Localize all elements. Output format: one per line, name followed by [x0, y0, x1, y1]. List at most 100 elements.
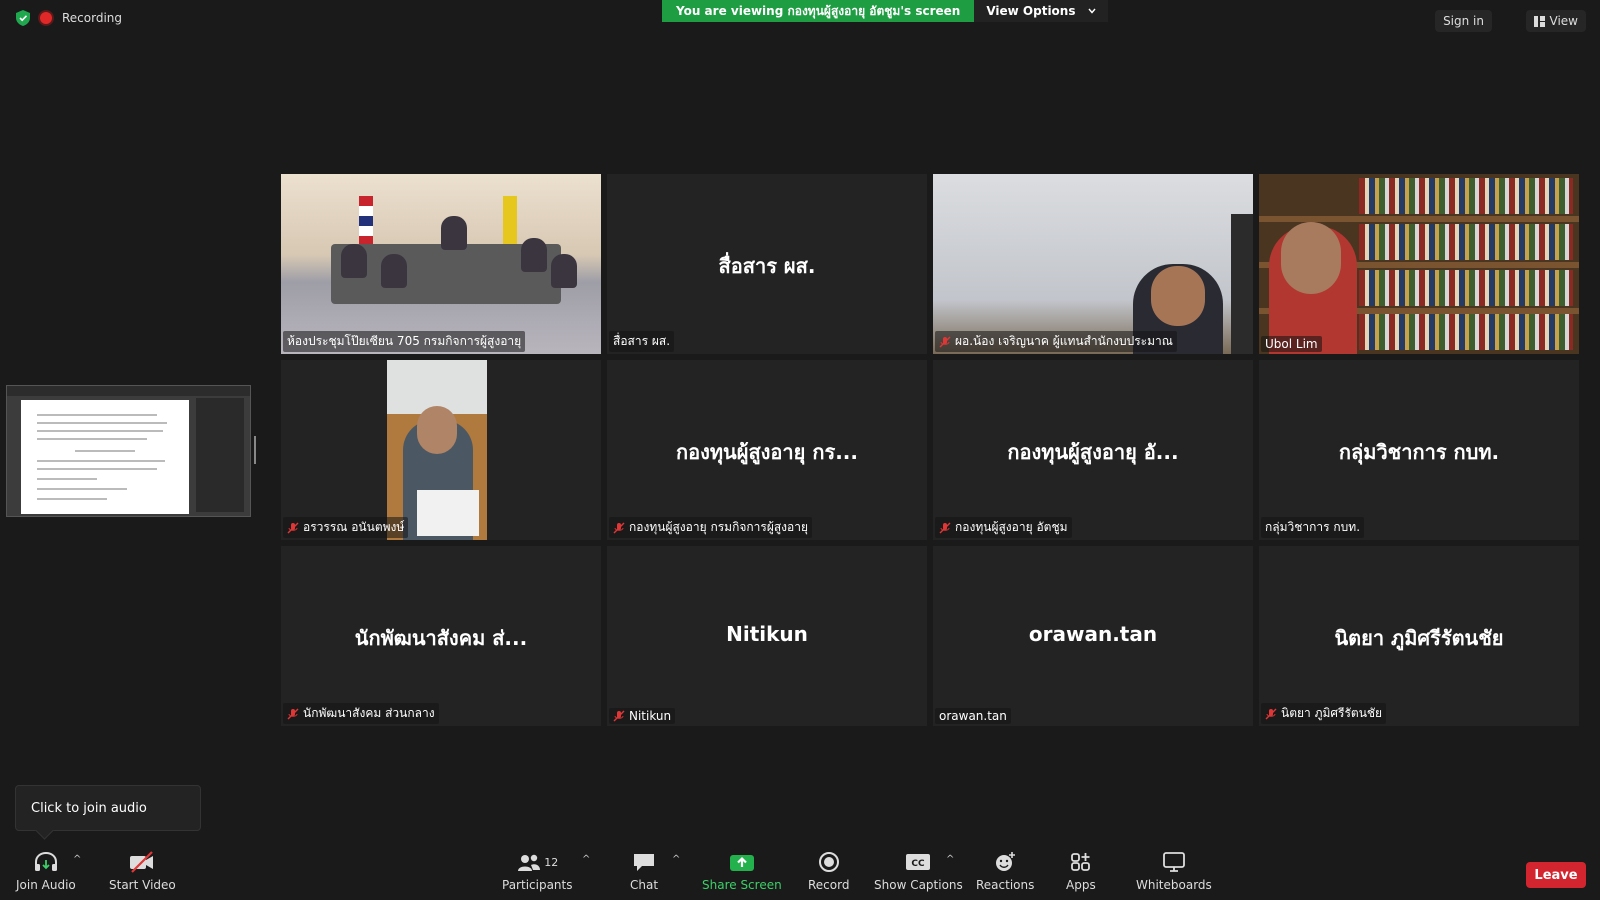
video-tile[interactable]: กองทุนผู้สูงอายุ กร... กองทุนผู้สูงอายุ …	[607, 360, 927, 540]
reactions-button[interactable]: Reactions	[976, 850, 1034, 892]
viewing-banner: You are viewing กองทุนผู้สูงอายุ อัตชูม'…	[662, 0, 1108, 22]
participant-name-label: กองทุนผู้สูงอายุ อัตชูม	[935, 517, 1072, 538]
participant-name-label: orawan.tan	[935, 708, 1011, 724]
closed-captions-icon: CC	[906, 854, 931, 870]
mic-muted-icon	[613, 710, 625, 722]
shared-document-sidebar	[196, 398, 244, 512]
video-tile[interactable]: นิตยา ภูมิศรีรัตนชัย นิตยา ภูมิศรีรัตนชั…	[1259, 546, 1579, 726]
mic-muted-icon	[939, 522, 951, 533]
participant-video	[387, 360, 487, 540]
meeting-room-video	[281, 174, 601, 354]
whiteboard-icon	[1162, 852, 1185, 872]
participant-name: orawan.tan	[939, 709, 1007, 723]
sign-in-button[interactable]: Sign in	[1435, 10, 1492, 32]
panel-resize-handle[interactable]	[254, 436, 256, 464]
participant-name: นักพัฒนาสังคม ส่วนกลาง	[303, 706, 435, 720]
bookshelf-video	[1259, 174, 1579, 354]
participant-name-label: Nitikun	[609, 708, 676, 724]
mic-muted-icon	[287, 522, 299, 533]
apps-label: Apps	[1066, 878, 1096, 892]
office-video	[933, 174, 1253, 354]
mic-muted-icon	[613, 522, 625, 533]
participant-name: นิตยา ภูมิศรีรัตนชัย	[1281, 706, 1383, 720]
participant-name: ห้องประชุมโป๊ยเซียน 705 กรมกิจการผู้สูงอ…	[287, 334, 522, 348]
participant-name: สื่อสาร ผส.	[613, 334, 671, 348]
shared-document-page	[21, 400, 189, 514]
participant-name: Nitikun	[629, 709, 672, 723]
video-tile[interactable]: นักพัฒนาสังคม ส่... นักพัฒนาสังคม ส่วนกล…	[281, 546, 601, 726]
video-tile[interactable]: Nitikun Nitikun	[607, 546, 927, 726]
video-tile[interactable]: orawan.tan orawan.tan	[933, 546, 1253, 726]
video-tile[interactable]: อรวรรณ อนันตพงษ์	[281, 360, 601, 540]
participants-label: Participants	[502, 878, 573, 892]
recording-dot-icon	[40, 12, 52, 24]
recording-label: Recording	[62, 11, 123, 25]
video-off-icon	[130, 851, 154, 873]
video-tile[interactable]: กองทุนผู้สูงอายุ อั... กองทุนผู้สูงอายุ …	[933, 360, 1253, 540]
participants-count: 12	[544, 855, 559, 869]
svg-text:CC: CC	[912, 859, 926, 869]
join-audio-tooltip-text: Click to join audio	[31, 800, 147, 816]
start-video-button[interactable]: Start Video	[109, 850, 176, 892]
video-tile[interactable]: ผอ.น้อง เจริญนาค ผู้แทนสำนักงบประมาณ	[933, 174, 1253, 354]
video-tile[interactable]: กลุ่มวิชาการ กบท. กลุ่มวิชาการ กบท.	[1259, 360, 1579, 540]
meeting-toolbar: Join Audio ^ Start Video 12 Participants…	[0, 844, 1600, 900]
grid-view-icon	[1533, 15, 1545, 27]
chat-label: Chat	[630, 878, 659, 892]
shared-screen-titlebar	[7, 386, 250, 396]
join-audio-label: Join Audio	[16, 878, 76, 892]
record-icon	[818, 852, 839, 872]
participant-name-label: ผอ.น้อง เจริญนาค ผู้แทนสำนักงบประมาณ	[935, 331, 1177, 352]
participant-name-label: นิตยา ภูมิศรีรัตนชัย	[1261, 703, 1387, 724]
video-tile[interactable]: สื่อสาร ผส. สื่อสาร ผส.	[607, 174, 927, 354]
show-captions-label: Show Captions	[874, 878, 963, 892]
view-options-button[interactable]: View Options	[974, 0, 1108, 22]
participant-display-name: นักพัฒนาสังคม ส่...	[354, 626, 528, 650]
start-video-label: Start Video	[109, 878, 176, 892]
reactions-label: Reactions	[976, 878, 1035, 892]
shared-screen-thumbnail[interactable]	[6, 385, 251, 517]
participant-name-label: อรวรรณ อนันตพงษ์	[283, 517, 409, 538]
whiteboards-button[interactable]: Whiteboards	[1136, 850, 1212, 892]
participant-display-name: orawan.tan	[1028, 622, 1158, 646]
participant-display-name: Nitikun	[726, 622, 808, 646]
participant-name: Ubol Lim	[1265, 337, 1318, 351]
share-screen-button[interactable]: Share Screen	[702, 850, 782, 892]
participant-name: อรวรรณ อนันตพงษ์	[303, 520, 405, 534]
participant-display-name: กลุ่มวิชาการ กบท.	[1338, 440, 1500, 464]
participant-display-name: กองทุนผู้สูงอายุ กร...	[675, 440, 858, 464]
recording-indicator: Recording	[16, 10, 122, 26]
share-screen-icon	[729, 855, 754, 871]
participant-name-label: Ubol Lim	[1261, 336, 1322, 352]
record-button[interactable]: Record	[808, 850, 849, 892]
participant-name-label: กลุ่มวิชาการ กบท.	[1261, 517, 1365, 538]
participant-display-name: นิตยา ภูมิศรีรัตนชัย	[1334, 626, 1504, 650]
apps-button[interactable]: Apps	[1066, 850, 1096, 892]
chevron-down-icon	[1087, 8, 1096, 14]
record-label: Record	[808, 878, 850, 892]
captions-options-caret-icon[interactable]: ^	[946, 854, 954, 865]
video-tile[interactable]: ห้องประชุมโป๊ยเซียน 705 กรมกิจการผู้สูงอ…	[281, 174, 601, 354]
mic-muted-icon	[939, 336, 951, 347]
participant-name-label: ห้องประชุมโป๊ยเซียน 705 กรมกิจการผู้สูงอ…	[283, 331, 526, 352]
participant-name: กองทุนผู้สูงอายุ กรมกิจการผู้สูงอายุ	[629, 520, 809, 534]
participant-name: ผอ.น้อง เจริญนาค ผู้แทนสำนักงบประมาณ	[955, 334, 1173, 348]
chat-button[interactable]: Chat	[630, 850, 658, 892]
share-screen-label: Share Screen	[702, 878, 782, 892]
participant-name: กองทุนผู้สูงอายุ อัตชูม	[955, 520, 1068, 534]
participant-name-label: สื่อสาร ผส.	[609, 331, 675, 352]
reactions-smiley-icon	[996, 852, 1016, 871]
join-audio-button[interactable]: Join Audio	[16, 850, 76, 892]
audio-options-caret-icon[interactable]: ^	[73, 854, 81, 865]
view-button[interactable]: View	[1525, 10, 1586, 32]
chat-options-caret-icon[interactable]: ^	[672, 854, 680, 865]
participants-options-caret-icon[interactable]: ^	[582, 854, 590, 865]
video-tile-active-speaker[interactable]: Ubol Lim	[1259, 174, 1579, 354]
participant-display-name: สื่อสาร ผส.	[718, 254, 816, 278]
security-shield-icon[interactable]	[16, 10, 30, 26]
view-options-label: View Options	[986, 4, 1076, 18]
participants-button[interactable]: 12 Participants	[502, 850, 573, 892]
participant-name: กลุ่มวิชาการ กบท.	[1265, 520, 1361, 534]
leave-meeting-button[interactable]: Leave	[1526, 862, 1586, 888]
join-audio-tooltip[interactable]: Click to join audio	[15, 785, 201, 831]
